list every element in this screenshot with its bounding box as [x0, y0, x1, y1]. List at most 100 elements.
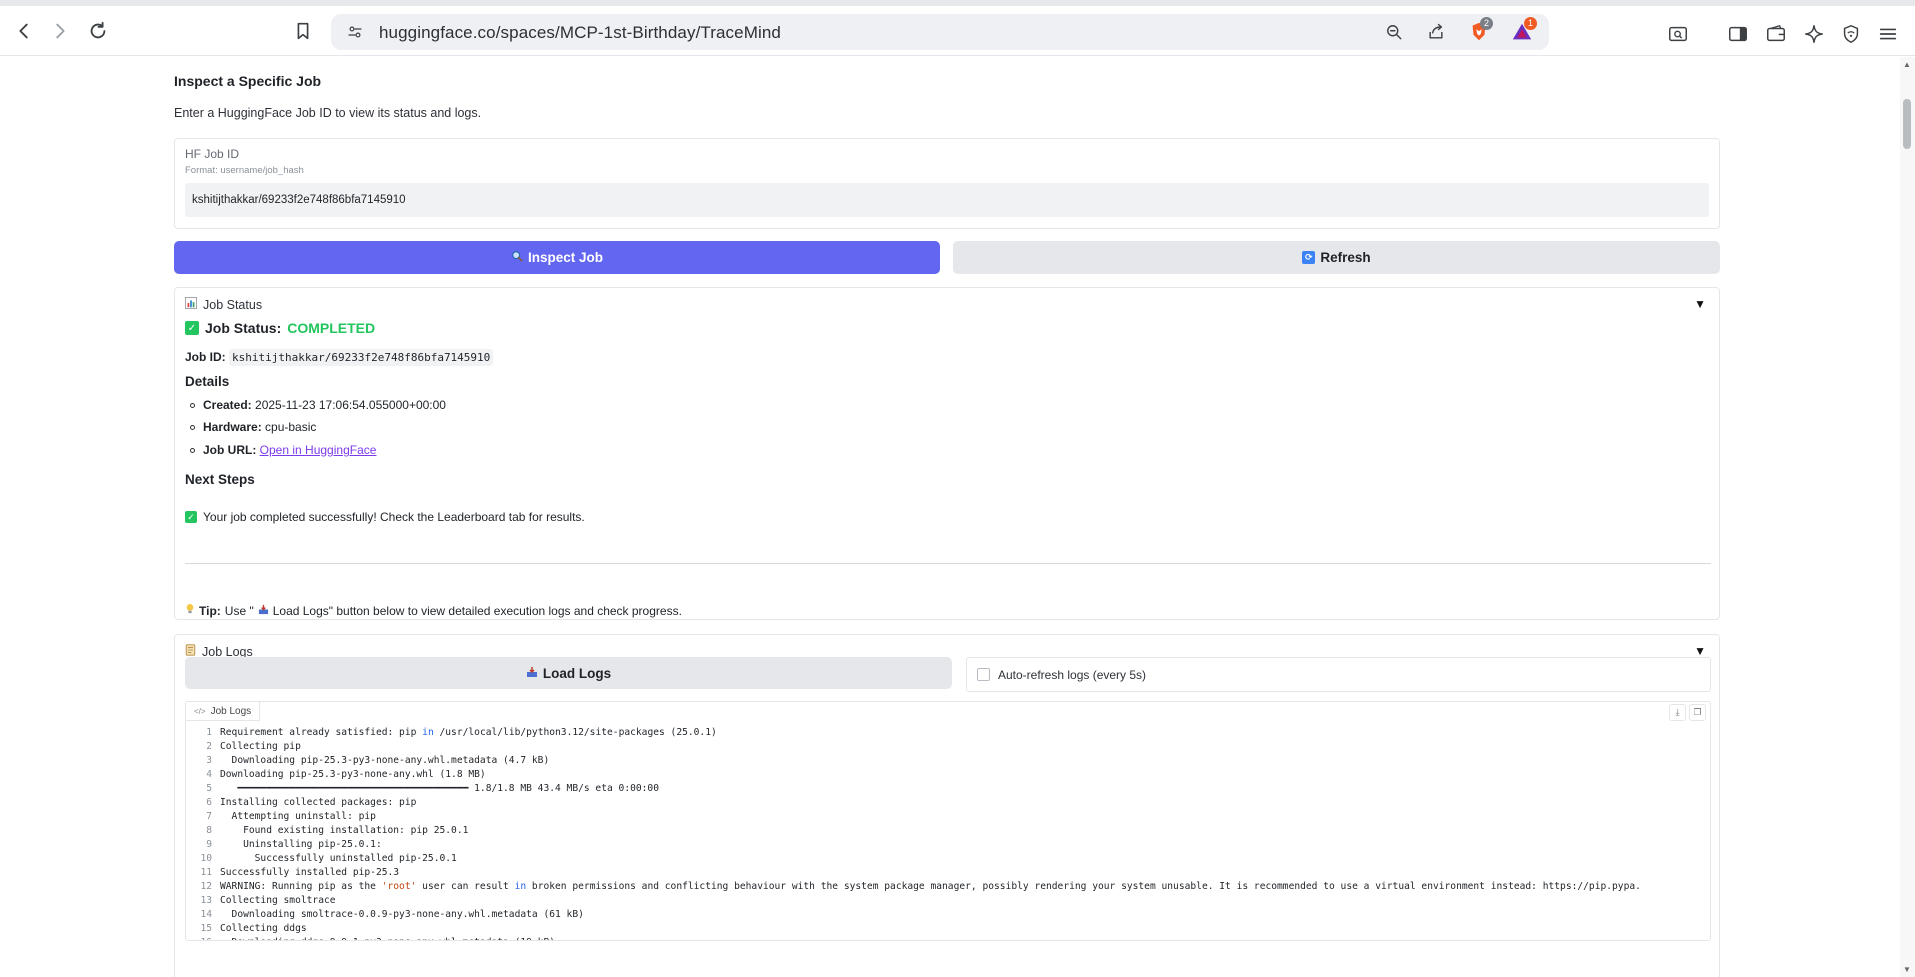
section-title: Inspect a Specific Job: [174, 73, 322, 89]
log-lines: 1 Requirement already satisfied: pip in /…: [186, 726, 1710, 940]
bullet-icon: [190, 447, 195, 453]
scroll-up-icon[interactable]: ▲: [1903, 60, 1911, 69]
url-text[interactable]: huggingface.co/spaces/MCP-1st-Birthday/T…: [379, 23, 781, 43]
job-id-line: Job ID: kshitijthakkar/69233f2e748f86bfa…: [185, 349, 494, 366]
refresh-label: Refresh: [1320, 250, 1371, 265]
detail-created-value: 2025-11-23 17:06:54.055000+00:00: [255, 398, 446, 412]
log-line-number: 3: [206, 755, 212, 766]
check-mark-icon: ✓: [185, 321, 199, 335]
bookmark-button[interactable]: [286, 14, 320, 48]
brave-shields-icon[interactable]: 2: [1467, 17, 1493, 44]
leo-ai-icon[interactable]: [1801, 21, 1827, 47]
auto-refresh-toggle[interactable]: Auto-refresh logs (every 5s): [966, 657, 1711, 692]
tab-search-icon[interactable]: [1665, 21, 1691, 47]
wallet-icon[interactable]: [1763, 21, 1789, 47]
bullet-icon: [190, 424, 195, 430]
copy-icon[interactable]: ❐: [1689, 704, 1706, 721]
refresh-button[interactable]: ⟳ Refresh: [953, 241, 1720, 274]
next-steps-text: ✓ Your job completed successfully! Check…: [185, 510, 585, 524]
back-button[interactable]: [7, 14, 41, 48]
collapse-caret-icon[interactable]: ▼: [1694, 297, 1706, 311]
log-line-number: 2: [206, 741, 212, 752]
log-line-text: Collecting ddgs: [220, 923, 307, 934]
zoom-icon[interactable]: [1382, 20, 1406, 44]
site-settings-icon[interactable]: [343, 20, 367, 44]
status-value: COMPLETED: [287, 320, 376, 336]
log-line: 8 Found existing installation: pip 25.0.…: [186, 824, 1710, 838]
log-line-number: 9: [206, 839, 212, 850]
forward-arrow-icon: [56, 23, 65, 39]
log-viewer[interactable]: </> Job Logs ⤓ ❐ 1 Requirement already sa…: [185, 701, 1711, 941]
job-status-header[interactable]: Job Status: [185, 297, 262, 312]
log-line: 3 Downloading pip-25.3-py3-none-any.whl.…: [186, 754, 1710, 768]
status-line: ✓ Job Status: COMPLETED: [185, 320, 375, 336]
log-line-number: 16: [186, 936, 220, 940]
details-heading: Details: [185, 374, 230, 389]
job-id-input[interactable]: [185, 183, 1709, 217]
tip-line: Tip: Use " Load Logs" button below to vi…: [185, 603, 682, 618]
log-line-text: Collecting pip: [220, 741, 301, 752]
scroll-thumb[interactable]: [1903, 99, 1911, 149]
load-logs-label: Load Logs: [542, 665, 612, 681]
reload-icon: [90, 21, 106, 39]
scroll-down-icon[interactable]: ▼: [1903, 965, 1911, 974]
browser-toolbar: huggingface.co/spaces/MCP-1st-Birthday/T…: [0, 6, 1915, 56]
log-line: 15 Collecting ddgs: [186, 922, 1710, 936]
job-id-field-container: HF Job ID Format: username/job_hash: [174, 138, 1720, 229]
log-line: 4 Downloading pip-25.3-py3-none-any.whl (…: [186, 768, 1710, 782]
detail-hardware: Hardware: cpu-basic: [190, 420, 316, 434]
sidebar-icon[interactable]: [1725, 21, 1751, 47]
menu-icon[interactable]: [1875, 21, 1901, 47]
job-logs-panel: Job Logs ▼ Load Logs Auto-refresh logs (…: [174, 634, 1720, 977]
job-id-code: kshitijthakkar/69233f2e748f86bfa7145910: [229, 349, 494, 366]
log-line: 13 Collecting smoltrace: [186, 894, 1710, 908]
log-line-text: Downloading ddgs-9.9.1-py3-none-any.whl.…: [220, 936, 555, 940]
bookmark-icon: [297, 22, 309, 40]
divider: [185, 563, 1711, 564]
log-line-number: 8: [206, 825, 212, 836]
log-line: 5 ━━━━━━━━━━━━━━━━━━━━━━━━━━━━━━━━━━━━━━…: [186, 782, 1710, 796]
tip-text-pre: Use ": [224, 603, 254, 618]
inspect-job-button[interactable]: Inspect Job: [174, 241, 940, 274]
log-line-text: Downloading pip-25.3-py3-none-any.whl.me…: [220, 755, 550, 766]
brave-badge: 2: [1480, 17, 1493, 30]
vpn-shield-icon[interactable]: [1838, 21, 1864, 47]
detail-job-url: Job URL: Open in HuggingFace: [190, 443, 376, 457]
inbox-tray-icon: [526, 666, 538, 681]
log-line: 6 Installing collected packages: pip: [186, 796, 1710, 810]
auto-refresh-label: Auto-refresh logs (every 5s): [998, 667, 1147, 682]
forward-button[interactable]: [43, 14, 77, 48]
detail-hardware-value: cpu-basic: [265, 420, 317, 434]
page-scrollbar[interactable]: ▲ ▼: [1900, 57, 1915, 977]
auto-refresh-checkbox[interactable]: [977, 668, 990, 681]
log-line-text: Downloading smoltrace-0.0.9-py3-none-any…: [220, 909, 584, 920]
log-line-number: 6: [206, 797, 212, 808]
magnifier-icon: [511, 250, 523, 265]
log-line-number: 1: [206, 727, 212, 738]
load-logs-button[interactable]: Load Logs: [185, 657, 952, 689]
log-line-text: Successfully uninstalled pip-25.0.1: [220, 853, 457, 864]
job-status-header-label: Job Status: [203, 297, 263, 312]
log-viewer-label: </> Job Logs: [186, 702, 261, 721]
detail-hardware-label: Hardware:: [203, 420, 262, 434]
reload-button[interactable]: [81, 14, 115, 48]
log-line-text: ━━━━━━━━━━━━━━━━━━━━━━━━━━━━━━━━━━━━━━━━…: [220, 783, 659, 794]
tip-text-post: Load Logs" button below to view detailed…: [272, 603, 682, 618]
download-icon[interactable]: ⤓: [1669, 704, 1686, 721]
share-icon[interactable]: [1424, 20, 1448, 44]
log-line-number: 13: [200, 895, 212, 906]
back-arrow-icon: [19, 23, 28, 39]
brave-rewards-icon[interactable]: 1: [1510, 17, 1537, 44]
job-status-panel: Job Status ▼ ✓ Job Status: COMPLETED Job…: [174, 287, 1720, 620]
log-line: 16 Downloading ddgs-9.9.1-py3-none-any.w…: [186, 936, 1710, 940]
log-line-text: Installing collected packages: pip: [220, 797, 417, 808]
log-line-text: WARNING: Running pip as the 'root' user …: [220, 881, 1641, 892]
open-in-huggingface-link[interactable]: Open in HuggingFace: [260, 443, 377, 457]
collapse-caret-icon[interactable]: ▼: [1694, 644, 1706, 658]
log-line-text: Collecting smoltrace: [220, 895, 336, 906]
section-subtitle: Enter a HuggingFace Job ID to view its s…: [174, 106, 482, 120]
log-line-number: 14: [200, 909, 212, 920]
detail-job-url-label: Job URL:: [203, 443, 257, 457]
log-line-number: 10: [200, 853, 212, 864]
address-bar[interactable]: huggingface.co/spaces/MCP-1st-Birthday/T…: [331, 14, 1549, 50]
